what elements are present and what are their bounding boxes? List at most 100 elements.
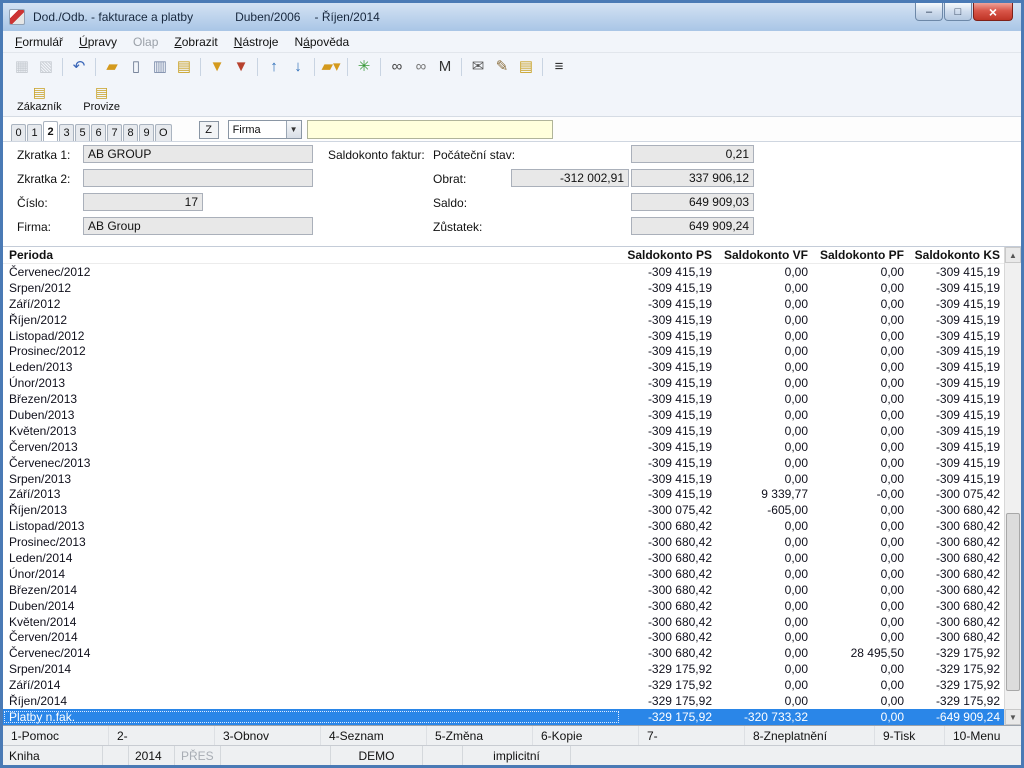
table-row[interactable]: Platby n.fak.-329 175,92-320 733,320,00-…: [3, 709, 1004, 725]
table-row[interactable]: Červenec/2012-309 415,190,000,00-309 415…: [3, 264, 1004, 280]
table-row[interactable]: Září/2013-309 415,199 339,77-0,00-300 07…: [3, 486, 1004, 502]
fkey-2[interactable]: 2-: [109, 726, 215, 745]
tab-8[interactable]: 8: [123, 124, 138, 141]
table-row[interactable]: Únor/2013-309 415,190,000,00-309 415,19: [3, 375, 1004, 391]
firma-field[interactable]: AB Group: [83, 217, 313, 235]
tab-7[interactable]: 7: [107, 124, 122, 141]
saldo-field[interactable]: 649 909,03: [631, 193, 754, 211]
search-next-icon[interactable]: ∞: [410, 56, 432, 78]
fkey-9[interactable]: 9-Tisk: [875, 726, 945, 745]
zustatek-field[interactable]: 649 909,24: [631, 217, 754, 235]
menu-formula-r[interactable]: Formulář: [7, 32, 71, 52]
mail-icon[interactable]: ✉: [467, 56, 489, 78]
tab-2[interactable]: 2: [43, 121, 58, 141]
table-row[interactable]: Listopad/2012-309 415,190,000,00-309 415…: [3, 328, 1004, 344]
column-header-saldokonto-pf[interactable]: Saldokonto PF: [812, 248, 908, 262]
minimize-button[interactable]: –: [915, 3, 943, 21]
column-header-saldokonto-ks[interactable]: Saldokonto KS: [908, 248, 1004, 262]
table-row[interactable]: Říjen/2014-329 175,920,000,00-329 175,92: [3, 693, 1004, 709]
fkey-4[interactable]: 4-Seznam: [321, 726, 427, 745]
copy-icon[interactable]: ▥: [149, 56, 171, 78]
table-row[interactable]: Leden/2013-309 415,190,000,00-309 415,19: [3, 359, 1004, 375]
table-row[interactable]: Květen/2013-309 415,190,000,00-309 415,1…: [3, 423, 1004, 439]
move-up-icon[interactable]: ↑: [263, 56, 285, 78]
folder-dropdown-icon[interactable]: ▰▾: [320, 56, 342, 78]
table-row[interactable]: Srpen/2012-309 415,190,000,00-309 415,19: [3, 280, 1004, 296]
table-row[interactable]: Červenec/2013-309 415,190,000,00-309 415…: [3, 455, 1004, 471]
tab-3[interactable]: 3: [59, 124, 74, 141]
fkey-8[interactable]: 8-Zneplatnění: [745, 726, 875, 745]
table-row[interactable]: Říjen/2013-300 075,42-605,000,00-300 680…: [3, 502, 1004, 518]
scrollbar-track[interactable]: [1005, 263, 1021, 709]
report-icon[interactable]: ▤: [515, 56, 537, 78]
maximize-button[interactable]: □: [944, 3, 972, 21]
scrollbar-thumb[interactable]: [1006, 513, 1020, 691]
fkey-7[interactable]: 7-: [639, 726, 745, 745]
fkey-1[interactable]: 1-Pomoc: [3, 726, 109, 745]
notes-icon[interactable]: ▤: [173, 56, 195, 78]
provize-button[interactable]: ▤Provize: [76, 84, 128, 114]
firma-combobox[interactable]: Firma▼: [228, 120, 302, 139]
zakaznik-button[interactable]: ▤Zákazník: [11, 84, 68, 114]
edit-note-icon[interactable]: ✎: [491, 56, 513, 78]
scroll-up-icon[interactable]: ▲: [1005, 247, 1021, 263]
filter-cancel-icon[interactable]: ▼: [230, 56, 252, 78]
table-row[interactable]: Listopad/2013-300 680,420,000,00-300 680…: [3, 518, 1004, 534]
tab-6[interactable]: 6: [91, 124, 106, 141]
table-row[interactable]: Červenec/2014-300 680,420,0028 495,50-32…: [3, 645, 1004, 661]
table-row[interactable]: Prosinec/2013-300 680,420,000,00-300 680…: [3, 534, 1004, 550]
column-header-saldokonto-ps[interactable]: Saldokonto PS: [620, 248, 716, 262]
pocatecni-stav-field[interactable]: 0,21: [631, 145, 754, 163]
fkey-5[interactable]: 5-Změna: [427, 726, 533, 745]
obrat-field-2[interactable]: 337 906,12: [631, 169, 754, 187]
menu-na-stroje[interactable]: Nástroje: [226, 32, 287, 52]
tab-1[interactable]: 1: [27, 124, 42, 141]
table-row[interactable]: Září/2014-329 175,920,000,00-329 175,92: [3, 677, 1004, 693]
tab-O[interactable]: O: [155, 124, 172, 141]
tab-0[interactable]: 0: [11, 124, 26, 141]
tab-5[interactable]: 5: [75, 124, 90, 141]
table-row[interactable]: Březen/2013-309 415,190,000,00-309 415,1…: [3, 391, 1004, 407]
obrat-field-1[interactable]: -312 002,91: [511, 169, 629, 187]
zkratka1-field[interactable]: AB GROUP: [83, 145, 313, 163]
menu-na-pove-da[interactable]: Nápověda: [286, 32, 357, 52]
new-document-icon[interactable]: ▯: [125, 56, 147, 78]
fkey-10[interactable]: 10-Menu: [945, 726, 1021, 745]
table-row[interactable]: Květen/2014-300 680,420,000,00-300 680,4…: [3, 614, 1004, 630]
table-row[interactable]: Prosinec/2012-309 415,190,000,00-309 415…: [3, 343, 1004, 359]
table-row[interactable]: Říjen/2012-309 415,190,000,00-309 415,19: [3, 312, 1004, 328]
table-row[interactable]: Červen/2014-300 680,420,000,00-300 680,4…: [3, 629, 1004, 645]
table-row[interactable]: Září/2012-309 415,190,000,00-309 415,19: [3, 296, 1004, 312]
zkratka2-field[interactable]: [83, 169, 313, 187]
table-row[interactable]: Leden/2014-300 680,420,000,00-300 680,42: [3, 550, 1004, 566]
undo-icon[interactable]: ↶: [68, 56, 90, 78]
tab-9[interactable]: 9: [139, 124, 154, 141]
table-row[interactable]: Duben/2013-309 415,190,000,00-309 415,19: [3, 407, 1004, 423]
search-input[interactable]: [307, 120, 553, 139]
menu-zobrazit[interactable]: Zobrazit: [166, 32, 225, 52]
column-header-perioda[interactable]: Perioda: [3, 248, 620, 262]
olap-icon[interactable]: ✳: [353, 56, 375, 78]
table-row[interactable]: Duben/2014-300 680,420,000,00-300 680,42: [3, 598, 1004, 614]
search-icon[interactable]: ∞: [386, 56, 408, 78]
goto-record-icon[interactable]: M: [434, 56, 456, 78]
z-button[interactable]: Z: [199, 121, 219, 139]
table-row[interactable]: Únor/2014-300 680,420,000,00-300 680,42: [3, 566, 1004, 582]
scroll-down-icon[interactable]: ▼: [1005, 709, 1021, 725]
vertical-scrollbar[interactable]: ▲ ▼: [1004, 247, 1021, 725]
menu-list-icon[interactable]: ≡: [548, 56, 570, 78]
table-row[interactable]: Srpen/2013-309 415,190,000,00-309 415,19: [3, 471, 1004, 487]
cislo-field[interactable]: 17: [83, 193, 203, 211]
move-down-icon[interactable]: ↓: [287, 56, 309, 78]
filter-icon[interactable]: ▼: [206, 56, 228, 78]
close-button[interactable]: ×: [973, 3, 1013, 21]
fkey-6[interactable]: 6-Kopie: [533, 726, 639, 745]
menu-u-pravy[interactable]: Úpravy: [71, 32, 125, 52]
fkey-3[interactable]: 3-Obnov: [215, 726, 321, 745]
table-row[interactable]: Červen/2013-309 415,190,000,00-309 415,1…: [3, 439, 1004, 455]
table-row[interactable]: Srpen/2014-329 175,920,000,00-329 175,92: [3, 661, 1004, 677]
title-bar[interactable]: Dod./Odb. - fakturace a platby Duben/200…: [3, 3, 1021, 31]
column-header-saldokonto-vf[interactable]: Saldokonto VF: [716, 248, 812, 262]
table-row[interactable]: Březen/2014-300 680,420,000,00-300 680,4…: [3, 582, 1004, 598]
open-folder-icon[interactable]: ▰: [101, 56, 123, 78]
